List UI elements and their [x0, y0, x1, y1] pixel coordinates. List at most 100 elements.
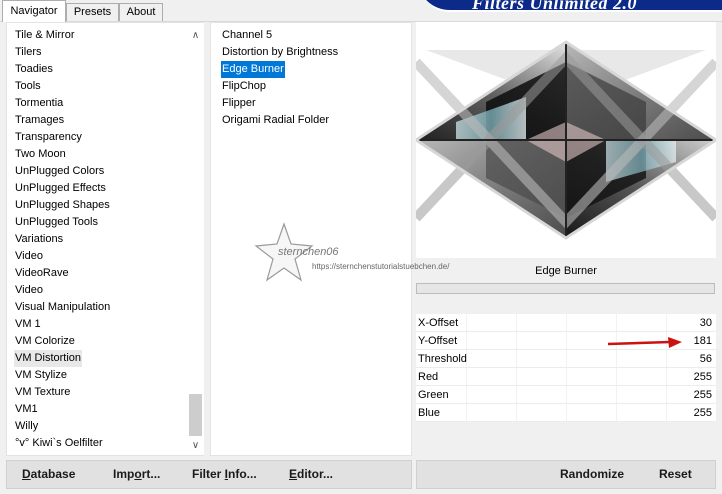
category-item[interactable]: Video — [14, 282, 44, 299]
preview-image — [416, 22, 716, 258]
parameter-sliders: X-Offset 30 Y-Offset 181 Threshold 56 Red 255 Gr… — [416, 314, 716, 422]
annotation-arrow-icon — [607, 337, 682, 348]
scroll-down-icon[interactable]: ∨ — [187, 437, 204, 454]
filter-item[interactable]: Origami Radial Folder — [221, 112, 330, 129]
param-row[interactable]: Threshold 56 — [416, 350, 716, 368]
slider-tick — [516, 314, 517, 332]
category-item[interactable]: Willy — [14, 418, 39, 435]
category-item[interactable]: Tile & Mirror — [14, 27, 75, 44]
slider-tick — [466, 368, 467, 386]
banner-title: Filters Unlimited 2.0 — [472, 0, 638, 12]
param-label: Red — [418, 371, 439, 383]
category-list[interactable]: Tile & Mirror Tilers Toadies Tools Tormentia… — [6, 22, 204, 456]
category-item[interactable]: UnPlugged Tools — [14, 214, 99, 231]
app-banner: Filters Unlimited 2.0 — [418, 0, 722, 12]
param-row[interactable]: X-Offset 30 — [416, 314, 716, 332]
slider-tick — [666, 368, 667, 386]
filter-item[interactable]: Channel 5 — [221, 27, 273, 44]
slider-tick — [516, 368, 517, 386]
param-row[interactable]: Blue 255 — [416, 404, 716, 422]
slider-tick — [466, 386, 467, 404]
category-item[interactable]: VM Distortion — [14, 350, 83, 367]
category-item[interactable]: UnPlugged Shapes — [14, 197, 111, 214]
param-row[interactable]: Red 255 — [416, 368, 716, 386]
param-row[interactable]: Green 255 — [416, 386, 716, 404]
slider-tick — [666, 404, 667, 422]
tab-presets[interactable]: Presets — [66, 3, 119, 22]
slider-tick — [616, 350, 617, 368]
tab-navigator[interactable]: Navigator — [2, 0, 66, 22]
category-item[interactable]: Visual Manipulation — [14, 299, 111, 316]
category-item[interactable]: VM Texture — [14, 384, 71, 401]
category-item[interactable]: VM 1 — [14, 316, 42, 333]
category-item[interactable]: Toadies — [14, 61, 54, 78]
tab-about[interactable]: About — [119, 3, 163, 22]
slider-tick — [566, 386, 567, 404]
slider-tick — [616, 386, 617, 404]
slider-tick — [516, 404, 517, 422]
param-label: Y-Offset — [418, 335, 458, 347]
slider-tick — [616, 368, 617, 386]
slider-tick — [566, 314, 567, 332]
slider-tick — [616, 404, 617, 422]
right-button-bar: Randomize Reset — [416, 460, 716, 489]
category-scrollbar[interactable]: ∧ ∨ — [187, 23, 204, 455]
slider-tick — [566, 404, 567, 422]
category-item[interactable]: VM Stylize — [14, 367, 68, 384]
category-item[interactable]: Tramages — [14, 112, 65, 129]
filter-info-button[interactable]: Filter Info... — [192, 467, 257, 481]
param-value: 181 — [693, 335, 712, 347]
reset-button[interactable]: Reset — [659, 467, 692, 481]
param-label: X-Offset — [418, 317, 459, 329]
filter-item[interactable]: Distortion by Brightness — [221, 44, 339, 61]
slider-tick — [516, 386, 517, 404]
slider-tick — [516, 332, 517, 350]
category-item[interactable]: °v° Kiwi`s Oelfilter — [14, 435, 104, 452]
param-value: 255 — [693, 389, 712, 401]
progress-bar — [416, 283, 715, 294]
slider-tick — [566, 332, 567, 350]
slider-tick — [666, 314, 667, 332]
category-item[interactable]: Variations — [14, 231, 64, 248]
param-label: Threshold — [418, 353, 467, 365]
param-value: 30 — [699, 317, 712, 329]
preview-graphic — [416, 22, 716, 258]
randomize-button[interactable]: Randomize — [560, 467, 624, 481]
scroll-up-icon[interactable]: ∧ — [187, 27, 204, 44]
category-item[interactable]: VideoRave — [14, 265, 70, 282]
category-item[interactable]: UnPlugged Effects — [14, 180, 107, 197]
param-label: Green — [418, 389, 449, 401]
filter-item[interactable]: FlipChop — [221, 78, 267, 95]
category-item[interactable]: UnPlugged Colors — [14, 163, 105, 180]
slider-tick — [516, 350, 517, 368]
category-item[interactable]: Video — [14, 248, 44, 265]
slider-tick — [616, 314, 617, 332]
slider-tick — [666, 386, 667, 404]
param-separator — [416, 421, 716, 422]
filter-list[interactable]: Channel 5 Distortion by Brightness Edge Bu… — [210, 22, 412, 456]
database-button[interactable]: Database — [22, 467, 75, 481]
category-item[interactable]: VM Colorize — [14, 333, 76, 350]
category-item[interactable]: Transparency — [14, 129, 83, 146]
slider-tick — [466, 314, 467, 332]
param-label: Blue — [418, 407, 441, 419]
category-item[interactable]: Tools — [14, 78, 42, 95]
filter-item[interactable]: Flipper — [221, 95, 257, 112]
slider-tick — [666, 350, 667, 368]
param-value: 255 — [693, 407, 712, 419]
category-item[interactable]: Tilers — [14, 44, 42, 61]
param-value: 56 — [699, 353, 712, 365]
category-item[interactable]: VM1 — [14, 401, 39, 418]
slider-tick — [466, 404, 467, 422]
tab-bar: Navigator Presets About — [0, 0, 170, 22]
preview-filter-name: Edge Burner — [535, 265, 597, 277]
filter-item[interactable]: Edge Burner — [221, 61, 285, 78]
slider-tick — [566, 368, 567, 386]
editor-button[interactable]: Editor... — [289, 467, 333, 481]
category-item[interactable]: Tormentia — [14, 95, 64, 112]
category-item[interactable]: Two Moon — [14, 146, 67, 163]
import-button[interactable]: Import... — [113, 467, 160, 481]
slider-tick — [466, 332, 467, 350]
scroll-thumb[interactable] — [189, 394, 202, 436]
slider-tick — [566, 350, 567, 368]
